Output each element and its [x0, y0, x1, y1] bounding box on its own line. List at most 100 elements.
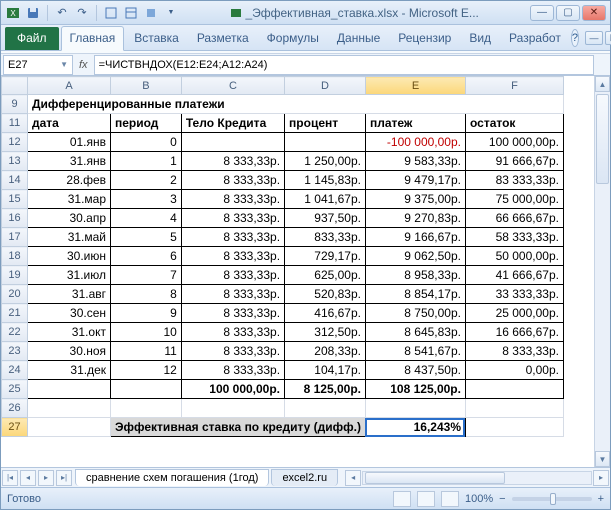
redo-icon[interactable]: ↷ [74, 5, 90, 21]
zoom-slider[interactable] [512, 497, 592, 501]
col-header-B[interactable]: B [111, 77, 182, 95]
cell-interest[interactable]: 416,67р. [285, 304, 366, 323]
excel-icon[interactable]: X [5, 5, 21, 21]
cell-balance[interactable]: 0,00р. [465, 361, 563, 380]
worksheet-grid[interactable]: ABCDEF9Дифференцированные платежи11датап… [1, 76, 594, 467]
tab-developer[interactable]: Разработ [501, 27, 569, 50]
row-header-9[interactable]: 9 [2, 95, 28, 114]
row-header-17[interactable]: 17 [2, 228, 28, 247]
cell-principal[interactable]: 8 333,33р. [181, 228, 284, 247]
row-header-12[interactable]: 12 [2, 133, 28, 152]
cell-interest[interactable]: 1 145,83р. [285, 171, 366, 190]
cell-period[interactable]: 9 [111, 304, 182, 323]
cell-period[interactable]: 4 [111, 209, 182, 228]
row-header-23[interactable]: 23 [2, 342, 28, 361]
cell-period[interactable]: 12 [111, 361, 182, 380]
chevron-down-icon[interactable]: ▼ [60, 60, 68, 69]
row-header-19[interactable]: 19 [2, 266, 28, 285]
cell-balance[interactable]: 16 666,67р. [465, 323, 563, 342]
row-header-13[interactable]: 13 [2, 152, 28, 171]
scroll-up-button[interactable]: ▲ [595, 76, 610, 92]
row-header-16[interactable]: 16 [2, 209, 28, 228]
cell-payment[interactable]: 9 375,00р. [365, 190, 465, 209]
cell-payment[interactable]: 8 437,50р. [365, 361, 465, 380]
save-icon[interactable] [25, 5, 41, 21]
cell-date[interactable]: 30.апр [28, 209, 111, 228]
maximize-button[interactable]: ▢ [556, 5, 580, 21]
col-header-A[interactable]: A [28, 77, 111, 95]
sheet-nav-first[interactable]: |◂ [2, 470, 18, 486]
cell-total-principal[interactable]: 100 000,00р. [181, 380, 284, 399]
name-box[interactable]: E27▼ [3, 55, 73, 75]
cell-principal[interactable]: 8 333,33р. [181, 323, 284, 342]
cell-principal[interactable]: 8 333,33р. [181, 285, 284, 304]
cell-principal[interactable]: 8 333,33р. [181, 304, 284, 323]
qat-icon[interactable] [103, 5, 119, 21]
scroll-track[interactable] [595, 92, 610, 451]
sheet-tab[interactable]: excel2.ru [271, 469, 338, 486]
cell-interest[interactable]: 1 041,67р. [285, 190, 366, 209]
cell-balance[interactable]: 50 000,00р. [465, 247, 563, 266]
col-header-C[interactable]: C [181, 77, 284, 95]
cell-principal[interactable]: 8 333,33р. [181, 266, 284, 285]
zoom-level[interactable]: 100% [465, 493, 493, 505]
cell-balance[interactable]: 41 666,67р. [465, 266, 563, 285]
cell-period[interactable]: 0 [111, 133, 182, 152]
scroll-left-button[interactable]: ◂ [345, 470, 361, 486]
cell-payment[interactable]: 9 583,33р. [365, 152, 465, 171]
sheet-nav-last[interactable]: ▸| [56, 470, 72, 486]
help-button[interactable]: ? [571, 29, 579, 47]
hscroll-thumb[interactable] [365, 472, 505, 484]
cell-period[interactable]: 1 [111, 152, 182, 171]
cell-principal[interactable]: 8 333,33р. [181, 209, 284, 228]
cell-payment[interactable]: 9 270,83р. [365, 209, 465, 228]
cell-date[interactable]: 31.окт [28, 323, 111, 342]
cell-payment[interactable]: 8 854,17р. [365, 285, 465, 304]
cell-interest[interactable]: 312,50р. [285, 323, 366, 342]
cell-principal[interactable]: 8 333,33р. [181, 152, 284, 171]
effective-rate-value[interactable]: 16,243% [365, 418, 465, 437]
hscroll-track[interactable] [362, 471, 592, 485]
effective-rate-label[interactable]: Эффективная ставка по кредиту (дифф.) [111, 418, 366, 437]
cell[interactable] [28, 418, 111, 437]
cell[interactable] [465, 418, 563, 437]
cell-principal[interactable]: 8 333,33р. [181, 247, 284, 266]
cell-date[interactable]: 30.сен [28, 304, 111, 323]
row-header-14[interactable]: 14 [2, 171, 28, 190]
cell-period[interactable]: 10 [111, 323, 182, 342]
cell-payment[interactable]: 8 541,67р. [365, 342, 465, 361]
close-button[interactable]: ✕ [582, 5, 606, 21]
cell-principal[interactable]: 8 333,33р. [181, 171, 284, 190]
cell-balance[interactable]: 91 666,67р. [465, 152, 563, 171]
cell-period[interactable]: 7 [111, 266, 182, 285]
zoom-in-button[interactable]: + [598, 493, 604, 505]
cell-payment[interactable]: 8 750,00р. [365, 304, 465, 323]
cell[interactable] [111, 380, 182, 399]
view-layout-button[interactable] [417, 491, 435, 507]
cell-payment[interactable]: 9 166,67р. [365, 228, 465, 247]
cell-date[interactable]: 31.май [28, 228, 111, 247]
tab-review[interactable]: Рецензир [390, 27, 459, 50]
cell-date[interactable]: 31.авг [28, 285, 111, 304]
sheet-nav-prev[interactable]: ◂ [20, 470, 36, 486]
cell-date[interactable]: 30.ноя [28, 342, 111, 361]
cell-date[interactable]: 31.июл [28, 266, 111, 285]
cell[interactable] [28, 380, 111, 399]
cell-total-interest[interactable]: 8 125,00р. [285, 380, 366, 399]
cell-balance[interactable]: 25 000,00р. [465, 304, 563, 323]
cell-total-payment[interactable]: 108 125,00р. [365, 380, 465, 399]
col-header-E[interactable]: E [365, 77, 465, 95]
col-header-F[interactable]: F [465, 77, 563, 95]
cell-date[interactable]: 31.дек [28, 361, 111, 380]
scroll-down-button[interactable]: ▼ [595, 451, 610, 467]
row-header-22[interactable]: 22 [2, 323, 28, 342]
cell-date[interactable]: 30.июн [28, 247, 111, 266]
minimize-button[interactable]: — [530, 5, 554, 21]
cell-interest[interactable]: 1 250,00р. [285, 152, 366, 171]
formula-input[interactable]: =ЧИСТВНДОХ(E12:E24;A12:A24) [94, 55, 594, 75]
zoom-handle[interactable] [550, 493, 556, 505]
cell-period[interactable]: 8 [111, 285, 182, 304]
cell-principal[interactable] [181, 133, 284, 152]
view-normal-button[interactable] [393, 491, 411, 507]
cell-principal[interactable]: 8 333,33р. [181, 361, 284, 380]
